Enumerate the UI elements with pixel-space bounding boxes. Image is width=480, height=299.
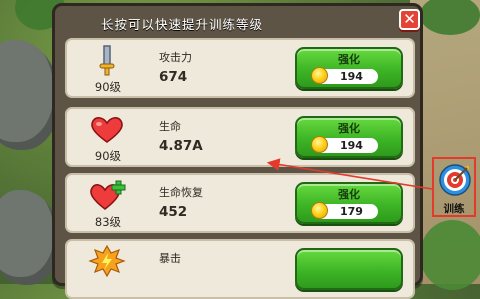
training-shortcut[interactable]: 训练	[432, 157, 476, 217]
annotation-arrow	[266, 158, 433, 190]
target-icon	[439, 164, 471, 196]
training-label: 训练	[443, 203, 465, 215]
